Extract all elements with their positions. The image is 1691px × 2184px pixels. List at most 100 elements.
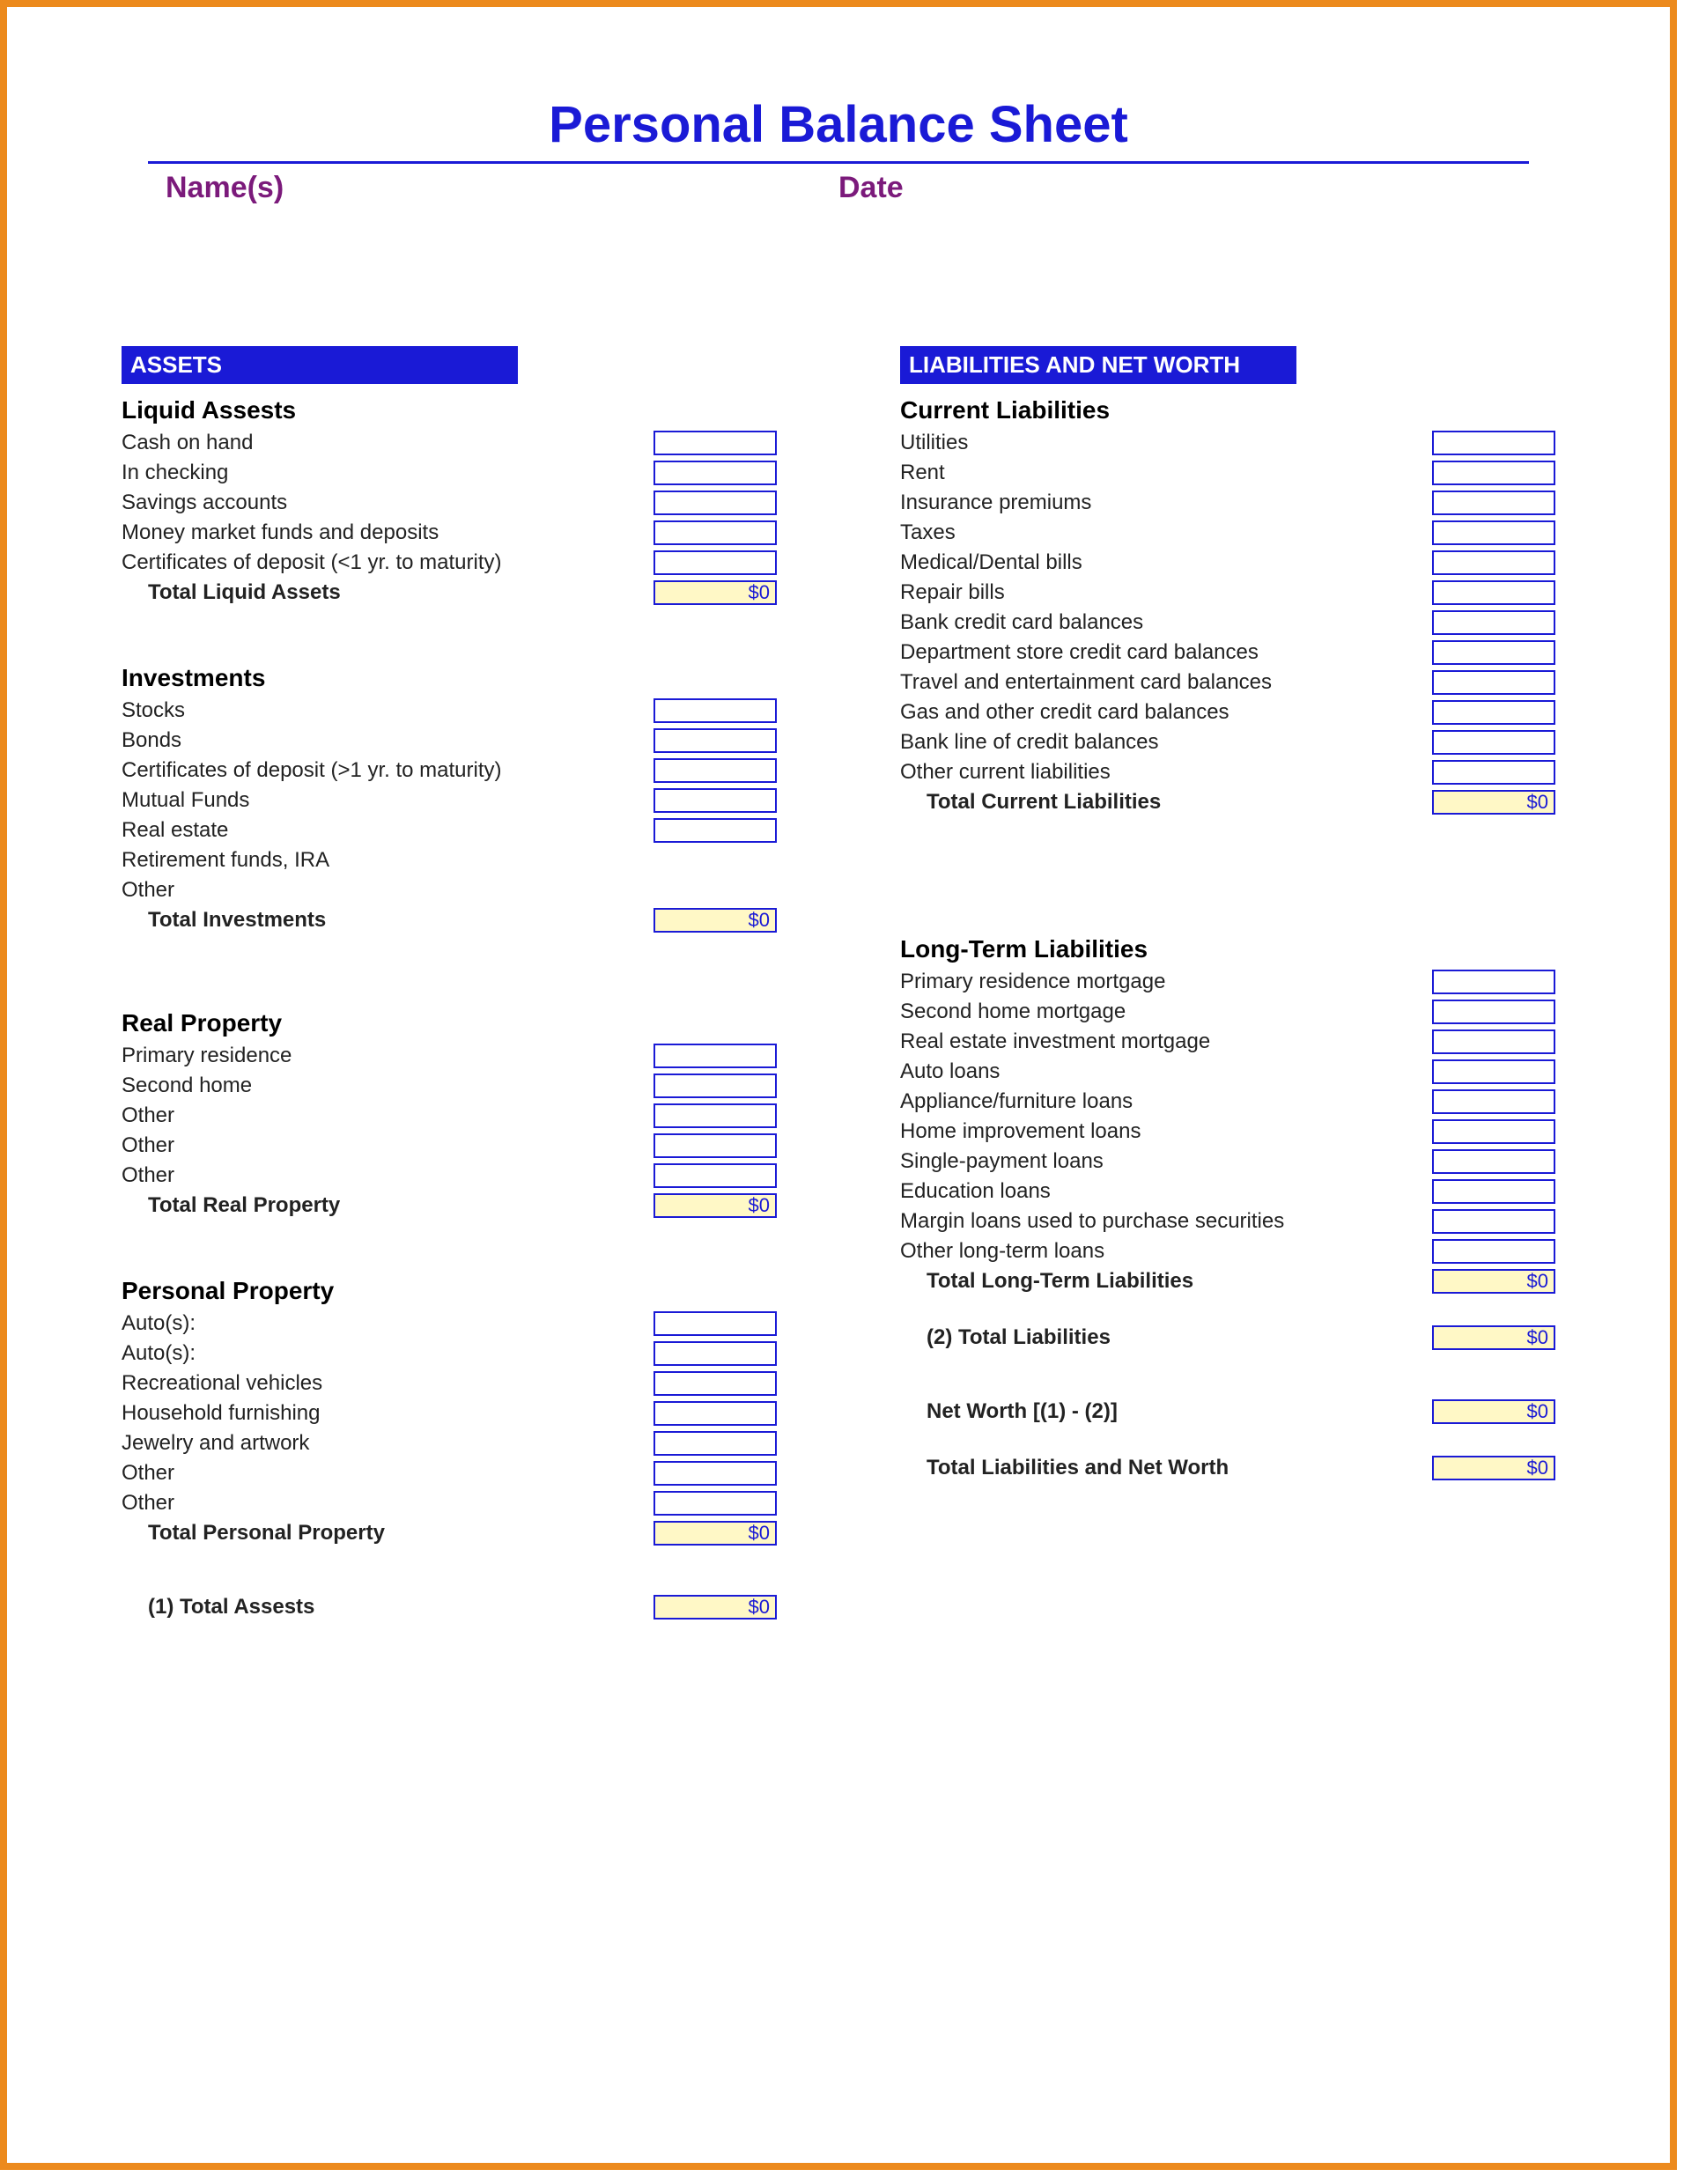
- value-cell[interactable]: [654, 1461, 777, 1486]
- value-cell[interactable]: [654, 1491, 777, 1516]
- total-row: Total Personal Property$0: [122, 1518, 777, 1548]
- line-item: Certificates of deposit (>1 yr. to matur…: [122, 756, 777, 786]
- value-cell[interactable]: [654, 1074, 777, 1098]
- value-cell[interactable]: [654, 1341, 777, 1366]
- total-value: $0: [654, 1521, 777, 1546]
- line-label: Margin loans used to purchase securities: [900, 1209, 1432, 1234]
- value-cell[interactable]: [654, 1163, 777, 1188]
- line-label: Insurance premiums: [900, 491, 1432, 515]
- value-cell[interactable]: [1432, 1149, 1555, 1174]
- value-cell[interactable]: [1432, 1119, 1555, 1144]
- value-cell[interactable]: [1432, 760, 1555, 785]
- assets-column: ASSETS Liquid Assests Cash on hand In ch…: [122, 346, 777, 1622]
- value-cell[interactable]: [1432, 491, 1555, 515]
- total-row: Total Liquid Assets$0: [122, 578, 777, 608]
- value-cell[interactable]: [1432, 670, 1555, 695]
- line-item: Real estate: [122, 815, 777, 845]
- line-label: Repair bills: [900, 580, 1432, 605]
- value-cell[interactable]: [654, 1431, 777, 1456]
- line-item: Education loans: [900, 1177, 1555, 1206]
- line-label: Medical/Dental bills: [900, 550, 1432, 575]
- line-item: Rent: [900, 458, 1555, 488]
- liquid-assets-heading: Liquid Assests: [122, 396, 777, 424]
- grand-total-value: $0: [1432, 1456, 1555, 1480]
- value-cell[interactable]: [1432, 431, 1555, 455]
- value-cell[interactable]: [1432, 550, 1555, 575]
- total-row: Total Current Liabilities$0: [900, 787, 1555, 817]
- line-item: Certificates of deposit (<1 yr. to matur…: [122, 548, 777, 578]
- line-label: Household furnishing: [122, 1401, 654, 1426]
- value-cell[interactable]: [654, 788, 777, 813]
- assets-banner: ASSETS: [122, 346, 518, 384]
- value-cell[interactable]: [654, 1103, 777, 1128]
- columns: ASSETS Liquid Assests Cash on hand In ch…: [122, 346, 1555, 1622]
- line-item: Insurance premiums: [900, 488, 1555, 518]
- line-item: Other: [122, 1458, 777, 1488]
- value-cell[interactable]: [654, 1133, 777, 1158]
- line-label: Second home mortgage: [900, 1000, 1432, 1024]
- personal-property-heading: Personal Property: [122, 1277, 777, 1305]
- line-item: Single-payment loans: [900, 1147, 1555, 1177]
- value-cell[interactable]: [1432, 520, 1555, 545]
- value-cell[interactable]: [1432, 461, 1555, 485]
- value-cell[interactable]: [654, 431, 777, 455]
- value-cell[interactable]: [1432, 640, 1555, 665]
- line-label: Primary residence mortgage: [900, 970, 1432, 994]
- value-cell[interactable]: [1432, 1239, 1555, 1264]
- value-cell[interactable]: [654, 1044, 777, 1068]
- value-cell[interactable]: [654, 520, 777, 545]
- value-cell[interactable]: [654, 1371, 777, 1396]
- line-item: Other: [122, 1161, 777, 1191]
- line-label: Primary residence: [122, 1044, 654, 1068]
- current-liabilities-heading: Current Liabilities: [900, 396, 1555, 424]
- value-cell[interactable]: [654, 550, 777, 575]
- line-item: Other: [122, 1131, 777, 1161]
- value-cell[interactable]: [1432, 1059, 1555, 1084]
- net-worth-label: Net Worth [(1) - (2)]: [900, 1399, 1432, 1424]
- page: Personal Balance Sheet Name(s) Date ASSE…: [0, 0, 1677, 2170]
- value-cell[interactable]: [1432, 1029, 1555, 1054]
- value-cell[interactable]: [1432, 700, 1555, 725]
- value-cell[interactable]: [654, 491, 777, 515]
- line-label: Auto loans: [900, 1059, 1432, 1084]
- line-item: Household furnishing: [122, 1398, 777, 1428]
- line-label: Appliance/furniture loans: [900, 1089, 1432, 1114]
- line-item: Other long-term loans: [900, 1236, 1555, 1266]
- line-item: Bonds: [122, 726, 777, 756]
- value-cell[interactable]: [1432, 1179, 1555, 1204]
- value-cell[interactable]: [654, 1311, 777, 1336]
- value-cell[interactable]: [654, 818, 777, 843]
- line-item: Real estate investment mortgage: [900, 1027, 1555, 1057]
- line-label: Cash on hand: [122, 431, 654, 455]
- value-cell[interactable]: [1432, 1000, 1555, 1024]
- line-label: Second home: [122, 1074, 654, 1098]
- line-item: Retirement funds, IRA: [122, 845, 777, 875]
- value-cell[interactable]: [1432, 1089, 1555, 1114]
- total-row: Total Real Property$0: [122, 1191, 777, 1221]
- value-cell[interactable]: [654, 728, 777, 753]
- value-cell[interactable]: [1432, 970, 1555, 994]
- value-cell[interactable]: [1432, 730, 1555, 755]
- line-item: Second home: [122, 1071, 777, 1101]
- investments-heading: Investments: [122, 664, 777, 692]
- value-cell[interactable]: [654, 758, 777, 783]
- line-label: Home improvement loans: [900, 1119, 1432, 1144]
- grand-total-label: (1) Total Assests: [122, 1595, 654, 1620]
- line-item: Gas and other credit card balances: [900, 697, 1555, 727]
- line-label: In checking: [122, 461, 654, 485]
- value-cell[interactable]: [654, 461, 777, 485]
- value-cell[interactable]: [1432, 610, 1555, 635]
- line-label: Bank line of credit balances: [900, 730, 1432, 755]
- value-cell[interactable]: [1432, 580, 1555, 605]
- line-item: Travel and entertainment card balances: [900, 668, 1555, 697]
- total-label: Total Current Liabilities: [900, 790, 1432, 815]
- total-value: $0: [1432, 1269, 1555, 1294]
- line-label: Bonds: [122, 728, 654, 753]
- grand-total-assets: (1) Total Assests$0: [122, 1592, 777, 1622]
- line-label: Auto(s):: [122, 1341, 654, 1366]
- line-label: Other: [122, 1491, 654, 1516]
- value-cell[interactable]: [1432, 1209, 1555, 1234]
- value-cell[interactable]: [654, 1401, 777, 1426]
- value-cell[interactable]: [654, 698, 777, 723]
- line-item: Cash on hand: [122, 428, 777, 458]
